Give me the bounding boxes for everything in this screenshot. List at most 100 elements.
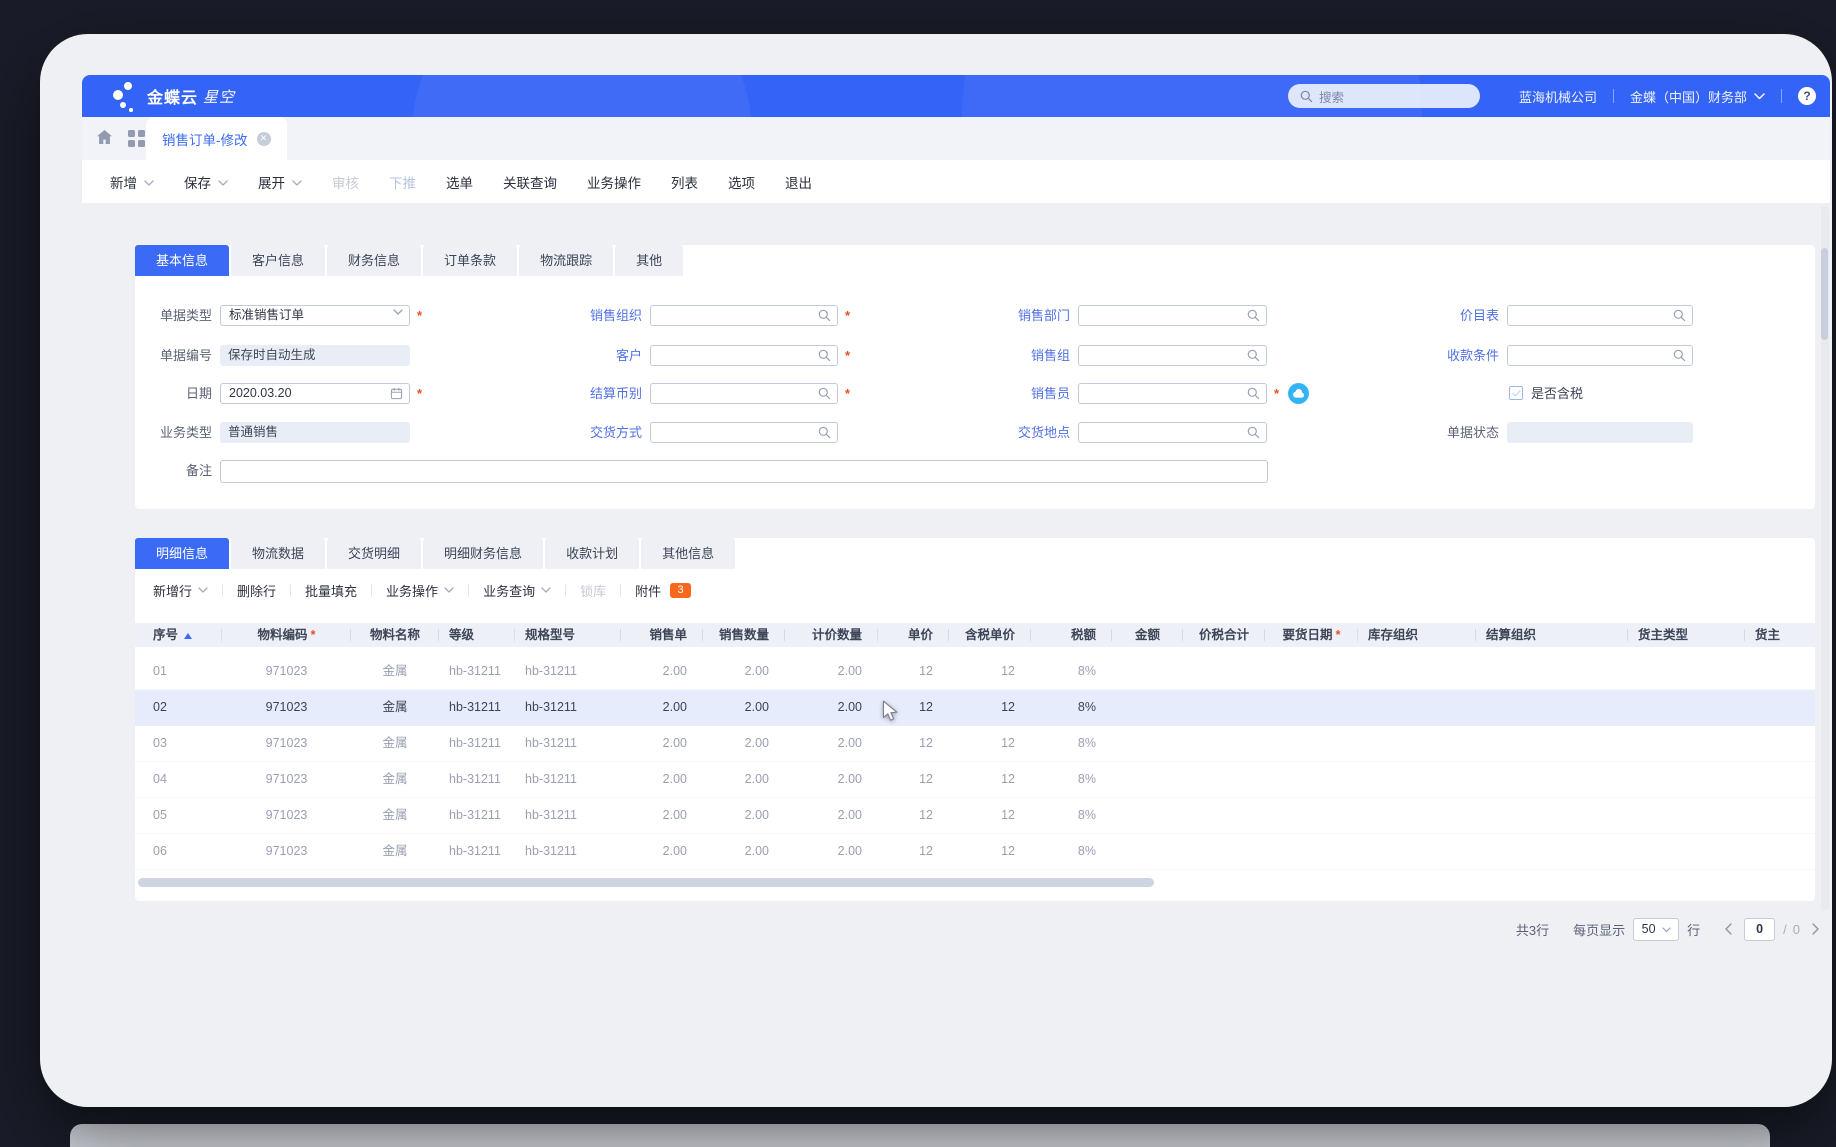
- bill-type-field[interactable]: 标准销售订单: [220, 305, 410, 326]
- payment-terms-label[interactable]: 收款条件: [1349, 345, 1499, 366]
- customer-label[interactable]: 客户: [492, 345, 642, 366]
- table-row-02[interactable]: 02971023金属hb-31211hb-312112.002.002.0012…: [135, 690, 1815, 726]
- column-header-2[interactable]: 物料编码*: [222, 623, 351, 647]
- column-header-13[interactable]: 价税合计: [1183, 623, 1265, 647]
- form-tab-basic-info[interactable]: 基本信息: [135, 245, 229, 276]
- table-row-04[interactable]: 04971023金属hb-31211hb-312112.002.002.0012…: [135, 762, 1815, 798]
- detail-add-row-button[interactable]: 新增行: [153, 581, 208, 600]
- toolbar-list-button[interactable]: 列表: [671, 172, 698, 192]
- detail-tab-detail-info[interactable]: 明细信息: [135, 538, 229, 569]
- toolbar-options-button[interactable]: 选项: [728, 172, 755, 192]
- cloud-sync-icon[interactable]: [1288, 383, 1309, 404]
- column-header-17[interactable]: 货主类型: [1628, 623, 1745, 647]
- column-header-4[interactable]: 等级: [439, 623, 515, 647]
- price-list-label[interactable]: 价目表: [1349, 305, 1499, 326]
- form-tab-customer-info[interactable]: 客户信息: [231, 245, 325, 276]
- chevron-down-icon[interactable]: [393, 309, 403, 315]
- payment-terms-field[interactable]: [1507, 345, 1693, 366]
- vertical-scrollbar[interactable]: [1821, 248, 1828, 340]
- search-icon[interactable]: [1247, 387, 1260, 400]
- column-header-10[interactable]: 含税单价: [949, 623, 1031, 647]
- date-field[interactable]: 2020.03.20: [220, 383, 410, 404]
- column-header-14[interactable]: 要货日期*: [1265, 623, 1358, 647]
- search-icon[interactable]: [1247, 426, 1260, 439]
- column-header-5[interactable]: 规格型号: [515, 623, 621, 647]
- calendar-icon[interactable]: [390, 387, 403, 400]
- column-header-6[interactable]: 销售单: [621, 623, 703, 647]
- toolbar-exit-button[interactable]: 退出: [785, 172, 812, 192]
- global-search-input[interactable]: 搜索: [1288, 84, 1480, 108]
- search-icon[interactable]: [818, 426, 831, 439]
- sales-org-label[interactable]: 销售组织: [492, 305, 642, 326]
- column-header-11[interactable]: 税额: [1031, 623, 1112, 647]
- detail-business-query-button[interactable]: 业务查询: [483, 581, 551, 600]
- sales-dept-label[interactable]: 销售部门: [920, 305, 1070, 326]
- toolbar-expand-button[interactable]: 展开: [258, 172, 302, 192]
- toolbar-new-button[interactable]: 新增: [110, 172, 154, 192]
- salesperson-label[interactable]: 销售员: [920, 383, 1070, 404]
- detail-tab-delivery-detail[interactable]: 交货明细: [327, 538, 421, 569]
- form-tab-logistics-tracking[interactable]: 物流跟踪: [519, 245, 613, 276]
- delivery-place-label[interactable]: 交货地点: [920, 422, 1070, 443]
- form-tab-finance-info[interactable]: 财务信息: [327, 245, 421, 276]
- table-row-03[interactable]: 03971023金属hb-31211hb-312112.002.002.0012…: [135, 726, 1815, 762]
- next-page-icon[interactable]: [1812, 923, 1820, 935]
- form-tab-order-terms[interactable]: 订单条款: [423, 245, 517, 276]
- detail-tab-receipt-plan[interactable]: 收款计划: [545, 538, 639, 569]
- toolbar-related-query-button[interactable]: 关联查询: [503, 172, 557, 192]
- settlement-currency-label[interactable]: 结算币别: [492, 383, 642, 404]
- column-header-1[interactable]: 序号: [135, 623, 222, 647]
- table-row-05[interactable]: 05971023金属hb-31211hb-312112.002.002.0012…: [135, 798, 1815, 834]
- toolbar-save-button[interactable]: 保存: [184, 172, 228, 192]
- settlement-currency-field[interactable]: [650, 383, 838, 404]
- page-number-input[interactable]: 0: [1744, 918, 1775, 941]
- column-header-16[interactable]: 结算组织: [1476, 623, 1628, 647]
- sales-group-field[interactable]: [1078, 345, 1267, 366]
- detail-tab-detail-finance-info[interactable]: 明细财务信息: [423, 538, 543, 569]
- table-row-01[interactable]: 01971023金属hb-31211hb-312112.002.002.0012…: [135, 654, 1815, 690]
- detail-batch-fill-button[interactable]: 批量填充: [305, 581, 357, 600]
- open-page-tab[interactable]: 销售订单-修改 ✕: [146, 117, 287, 160]
- sales-group-label[interactable]: 销售组: [920, 345, 1070, 366]
- close-icon[interactable]: ✕: [257, 132, 271, 146]
- search-icon[interactable]: [1673, 349, 1686, 362]
- remark-field[interactable]: [220, 460, 1268, 483]
- sales-dept-field[interactable]: [1078, 305, 1267, 326]
- search-icon[interactable]: [818, 349, 831, 362]
- salesperson-field[interactable]: [1078, 383, 1267, 404]
- horizontal-scrollbar[interactable]: [138, 878, 1154, 887]
- search-icon[interactable]: [818, 387, 831, 400]
- form-tab-other[interactable]: 其他: [615, 245, 683, 276]
- search-icon[interactable]: [818, 309, 831, 322]
- column-header-12[interactable]: 金额: [1112, 623, 1183, 647]
- detail-tab-other-info[interactable]: 其他信息: [641, 538, 735, 569]
- column-header-8[interactable]: 计价数量: [785, 623, 878, 647]
- prev-page-icon[interactable]: [1724, 923, 1732, 935]
- search-icon[interactable]: [1673, 309, 1686, 322]
- detail-attachment-button[interactable]: 附件3: [635, 581, 691, 600]
- price-list-field[interactable]: [1507, 305, 1693, 326]
- search-icon[interactable]: [1247, 349, 1260, 362]
- apps-grid-icon[interactable]: [128, 130, 145, 147]
- detail-tab-logistics-data[interactable]: 物流数据: [231, 538, 325, 569]
- account-menu[interactable]: 金蝶（中国）财务部: [1630, 87, 1765, 106]
- detail-delete-row-button[interactable]: 删除行: [237, 581, 276, 600]
- delivery-place-field[interactable]: [1078, 422, 1267, 443]
- column-header-7[interactable]: 销售数量: [703, 623, 785, 647]
- column-header-9[interactable]: 单价: [878, 623, 949, 647]
- toolbar-business-operation-button[interactable]: 业务操作: [587, 172, 641, 192]
- tax-included-checkbox[interactable]: [1509, 386, 1523, 400]
- home-icon[interactable]: [96, 129, 113, 145]
- page-size-select[interactable]: 50: [1633, 918, 1679, 941]
- sales-org-field[interactable]: [650, 305, 838, 326]
- toolbar-pick-order-button[interactable]: 选单: [446, 172, 473, 192]
- column-header-15[interactable]: 库存组织: [1358, 623, 1476, 647]
- column-header-18[interactable]: 货主: [1745, 623, 1815, 647]
- search-icon[interactable]: [1247, 309, 1260, 322]
- detail-business-operation-button[interactable]: 业务操作: [386, 581, 454, 600]
- column-header-3[interactable]: 物料名称: [351, 623, 439, 647]
- table-row-06[interactable]: 06971023金属hb-31211hb-312112.002.002.0012…: [135, 834, 1815, 870]
- help-button[interactable]: ?: [1798, 87, 1816, 105]
- delivery-method-field[interactable]: [650, 422, 838, 443]
- customer-field[interactable]: [650, 345, 838, 366]
